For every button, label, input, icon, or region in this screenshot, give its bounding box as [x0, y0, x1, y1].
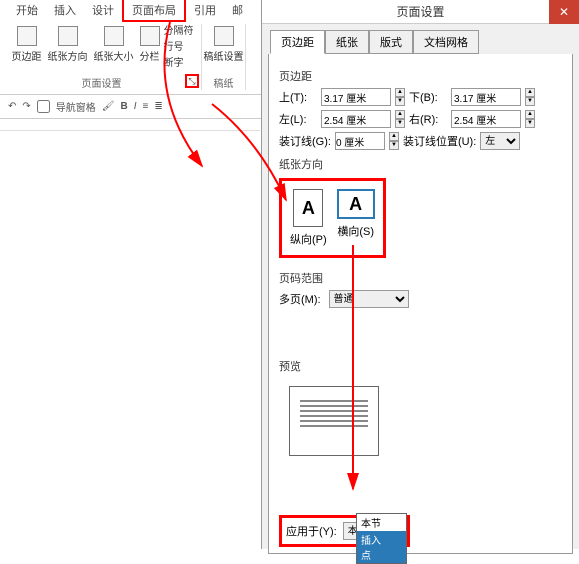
gutter-spinner[interactable]: ▲▼ [389, 132, 399, 150]
orientation-button[interactable]: 纸张方向 [46, 24, 90, 72]
gutter-pos-label: 装订线位置(U): [403, 133, 476, 149]
dialog-tabs: 页边距 纸张 版式 文档网格 [262, 24, 579, 54]
small-items: 分隔符 行号 断字 [164, 24, 194, 72]
preview-box [289, 386, 379, 456]
bold-button[interactable]: B [120, 101, 127, 112]
size-button[interactable]: 纸张大小 [92, 24, 136, 72]
gutter-pos-select[interactable]: 左 [480, 132, 520, 150]
margins-button[interactable]: 页边距 [10, 24, 44, 72]
list-button[interactable]: ≣ [154, 101, 162, 112]
format-painter-icon[interactable]: 🖌 [102, 101, 115, 112]
multi-page-select[interactable]: 普通 [329, 290, 409, 308]
dlg-tab-margins[interactable]: 页边距 [270, 30, 325, 54]
portrait-icon: A [293, 189, 323, 227]
right-label: 右(R): [409, 111, 449, 127]
apply-to-label: 应用于(Y): [286, 523, 337, 539]
hyphenation-button[interactable]: 断字 [164, 56, 194, 72]
document-area[interactable] [0, 130, 260, 549]
group-title-page-setup: 页面设置 [82, 75, 122, 90]
align-button[interactable]: ≡ [143, 101, 149, 112]
landscape-button[interactable]: A 横向(S) [337, 189, 375, 247]
redo-button[interactable]: ↷ [22, 101, 30, 112]
columns-icon [140, 26, 160, 46]
apply-option-1[interactable]: 插入点 [357, 531, 406, 563]
close-button[interactable]: ✕ [549, 0, 579, 24]
apply-option-0[interactable]: 本节 [357, 514, 406, 531]
gutter-label: 装订线(G): [279, 133, 331, 149]
right-input[interactable] [451, 110, 521, 128]
tab-home[interactable]: 开始 [8, 0, 46, 20]
page-setup-launcher[interactable]: ⤡ [185, 74, 199, 88]
page-setup-dialog: 页面设置 ✕ 页边距 纸张 版式 文档网格 页边距 上(T): ▲▼ 下(B):… [261, 0, 579, 549]
nav-pane-checkbox[interactable] [37, 100, 50, 113]
draft-icon [214, 26, 234, 46]
columns-button[interactable]: 分栏 [138, 24, 162, 72]
breaks-button[interactable]: 分隔符 [164, 24, 194, 40]
right-spinner[interactable]: ▲▼ [525, 110, 535, 128]
undo-button[interactable]: ↶ [8, 101, 16, 112]
page-range-section: 页码范围 多页(M): 普通 [279, 270, 562, 308]
group-draft: 稿纸设置 稿纸 [202, 24, 246, 90]
dialog-title: 页面设置 ✕ [262, 0, 579, 24]
left-spinner[interactable]: ▲▼ [395, 110, 405, 128]
orientation-icon [58, 26, 78, 46]
tab-mailings[interactable]: 邮 [224, 0, 251, 20]
preview-section: 预览 [279, 358, 562, 456]
left-label: 左(L): [279, 111, 319, 127]
tab-page-layout[interactable]: 页面布局 [122, 0, 186, 22]
portrait-button[interactable]: A 纵向(P) [290, 189, 327, 247]
nav-pane-label: 导航窗格 [56, 99, 96, 114]
margins-section: 页边距 [279, 68, 562, 84]
gutter-input[interactable] [335, 132, 385, 150]
bottom-label: 下(B): [409, 89, 449, 105]
bottom-spinner[interactable]: ▲▼ [525, 88, 535, 106]
tab-insert[interactable]: 插入 [46, 0, 84, 20]
dlg-tab-paper[interactable]: 纸张 [325, 30, 369, 54]
group-title-draft: 稿纸 [214, 75, 234, 90]
apply-to-dropdown[interactable]: 本节 插入点 [356, 513, 407, 564]
margins-icon [17, 26, 37, 46]
draft-button[interactable]: 稿纸设置 [202, 24, 246, 65]
dlg-tab-layout[interactable]: 版式 [369, 30, 413, 54]
size-icon [104, 26, 124, 46]
italic-button[interactable]: I [134, 101, 137, 112]
multi-page-label: 多页(M): [279, 291, 321, 307]
tab-design[interactable]: 设计 [84, 0, 122, 20]
top-input[interactable] [321, 88, 391, 106]
apply-to-row: 应用于(Y): 本节 本节 插入点 [279, 515, 410, 547]
orientation-box: A 纵向(P) A 横向(S) [279, 178, 386, 258]
top-spinner[interactable]: ▲▼ [395, 88, 405, 106]
bottom-input[interactable] [451, 88, 521, 106]
line-numbers-button[interactable]: 行号 [164, 40, 194, 56]
dlg-tab-grid[interactable]: 文档网格 [413, 30, 479, 54]
dialog-body: 页边距 上(T): ▲▼ 下(B): ▲▼ 左(L): ▲▼ 右(R): ▲▼ … [268, 54, 573, 554]
left-input[interactable] [321, 110, 391, 128]
top-label: 上(T): [279, 89, 319, 105]
group-page-setup: 页边距 纸张方向 纸张大小 分栏 分隔符 行号 断字 页面设置 ⤡ [2, 24, 202, 90]
orientation-section: 纸张方向 [279, 156, 562, 172]
landscape-icon: A [337, 189, 375, 219]
tab-references[interactable]: 引用 [186, 0, 224, 20]
